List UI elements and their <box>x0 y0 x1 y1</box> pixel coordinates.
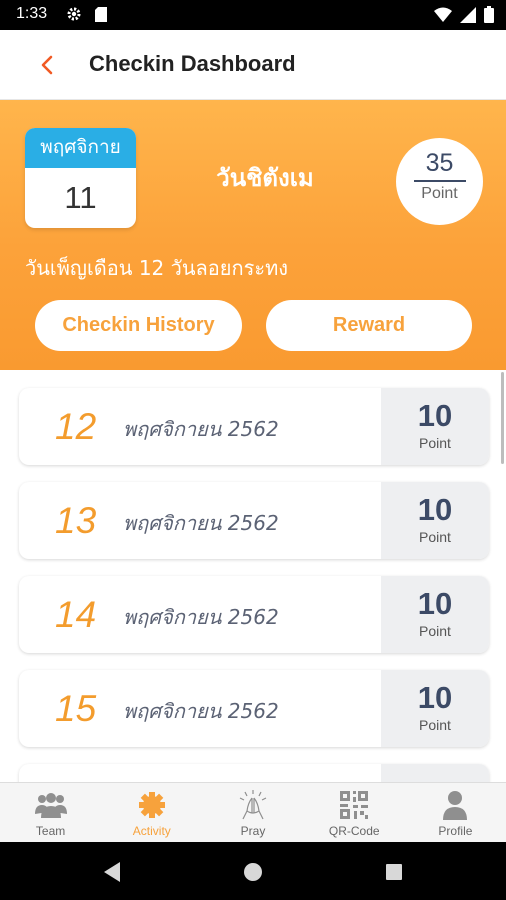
status-bar: 1:33 <box>0 0 506 30</box>
checkin-day: 12 <box>55 406 97 447</box>
status-icons <box>434 6 494 27</box>
gear-icon <box>66 6 82 26</box>
qr-code-icon <box>304 789 405 821</box>
battery-icon <box>484 6 494 27</box>
checkin-points-unit: Point <box>419 529 451 545</box>
checkin-card[interactable]: 14 พฤศจิกายน 2562 10 Point <box>19 576 489 653</box>
holiday-text: วันเพ็ญเดือน 12 วันลอยกระทง <box>25 256 289 280</box>
home-circle-icon[interactable] <box>241 860 265 884</box>
back-button[interactable] <box>30 50 64 84</box>
activity-icon <box>101 789 202 821</box>
checkin-day: 14 <box>55 594 97 635</box>
calendar-day: 11 <box>64 180 97 215</box>
checkin-card-partial[interactable] <box>19 764 489 782</box>
checkin-day: 15 <box>55 688 97 729</box>
profile-icon <box>405 789 506 821</box>
bottom-nav: Team Activity Pray QR-Code Profile <box>0 782 506 842</box>
nav-label: Activity <box>132 824 171 838</box>
sd-card-icon <box>95 7 107 26</box>
nav-label: Pray <box>240 824 266 838</box>
signal-icon <box>460 6 476 27</box>
checkin-points: 10 Point <box>381 388 489 465</box>
checkin-hero: พฤศจิกาย 11 วันชิตังเม 35 Point วันเพ็ญเ… <box>0 100 506 370</box>
system-nav-bar <box>0 842 506 900</box>
checkin-points-unit: Point <box>419 435 451 451</box>
today-calendar: พฤศจิกาย 11 <box>25 128 136 228</box>
nav-profile[interactable]: Profile <box>405 783 506 842</box>
checkin-list[interactable]: 12 พฤศจิกายน 2562 10 Point 13 พฤศจิกายน … <box>0 370 506 782</box>
checkin-points-unit: Point <box>419 717 451 733</box>
checkin-points-value: 10 <box>417 586 453 621</box>
checkin-points-value: 10 <box>417 680 453 715</box>
checkin-card[interactable]: 15 พฤศจิกายน 2562 10 Point <box>19 670 489 747</box>
checkin-points: 10 Point <box>381 482 489 559</box>
checkin-points <box>381 764 489 782</box>
nav-team[interactable]: Team <box>0 783 101 842</box>
points-divider <box>413 180 466 182</box>
nav-activity[interactable]: Activity <box>101 783 202 842</box>
checkin-points-value: 10 <box>417 492 453 527</box>
back-triangle-icon[interactable] <box>100 860 124 884</box>
checkin-points-value: 10 <box>417 398 453 433</box>
recents-square-icon[interactable] <box>382 860 406 884</box>
checkin-card[interactable]: 12 พฤศจิกายน 2562 10 Point <box>19 388 489 465</box>
checkin-history-button[interactable]: Checkin History <box>35 300 242 351</box>
checkin-date: พฤศจิกายน 2562 <box>123 605 279 629</box>
app-bar: Checkin Dashboard <box>0 30 506 100</box>
nav-label: Team <box>35 824 66 838</box>
nav-pray[interactable]: Pray <box>202 783 303 842</box>
chevron-left-icon <box>40 55 54 79</box>
total-points-unit: Point <box>421 185 458 202</box>
pray-icon <box>202 789 303 821</box>
status-time: 1:33 <box>16 5 48 22</box>
page-title: Checkin Dashboard <box>89 51 296 76</box>
checkin-date: พฤศจิกายน 2562 <box>123 699 279 723</box>
checkin-day: 13 <box>55 500 97 541</box>
nav-label: QR-Code <box>328 824 380 838</box>
nav-qr-code[interactable]: QR-Code <box>304 783 405 842</box>
reward-button[interactable]: Reward <box>266 300 472 351</box>
list-scrollbar[interactable] <box>501 372 504 464</box>
nav-label: Profile <box>438 824 473 838</box>
checkin-date: พฤศจิกายน 2562 <box>123 417 279 441</box>
wifi-icon <box>434 7 452 27</box>
checkin-points: 10 Point <box>381 576 489 653</box>
day-name: วันชิตังเม <box>216 164 314 192</box>
checkin-card[interactable]: 13 พฤศจิกายน 2562 10 Point <box>19 482 489 559</box>
calendar-month: พฤศจิกาย <box>25 128 136 168</box>
total-points-value: 35 <box>425 149 454 177</box>
total-points-badge: 35 Point <box>396 138 483 225</box>
checkin-points: 10 Point <box>381 670 489 747</box>
checkin-points-unit: Point <box>419 623 451 639</box>
team-icon <box>0 789 101 821</box>
checkin-date: พฤศจิกายน 2562 <box>123 511 279 535</box>
